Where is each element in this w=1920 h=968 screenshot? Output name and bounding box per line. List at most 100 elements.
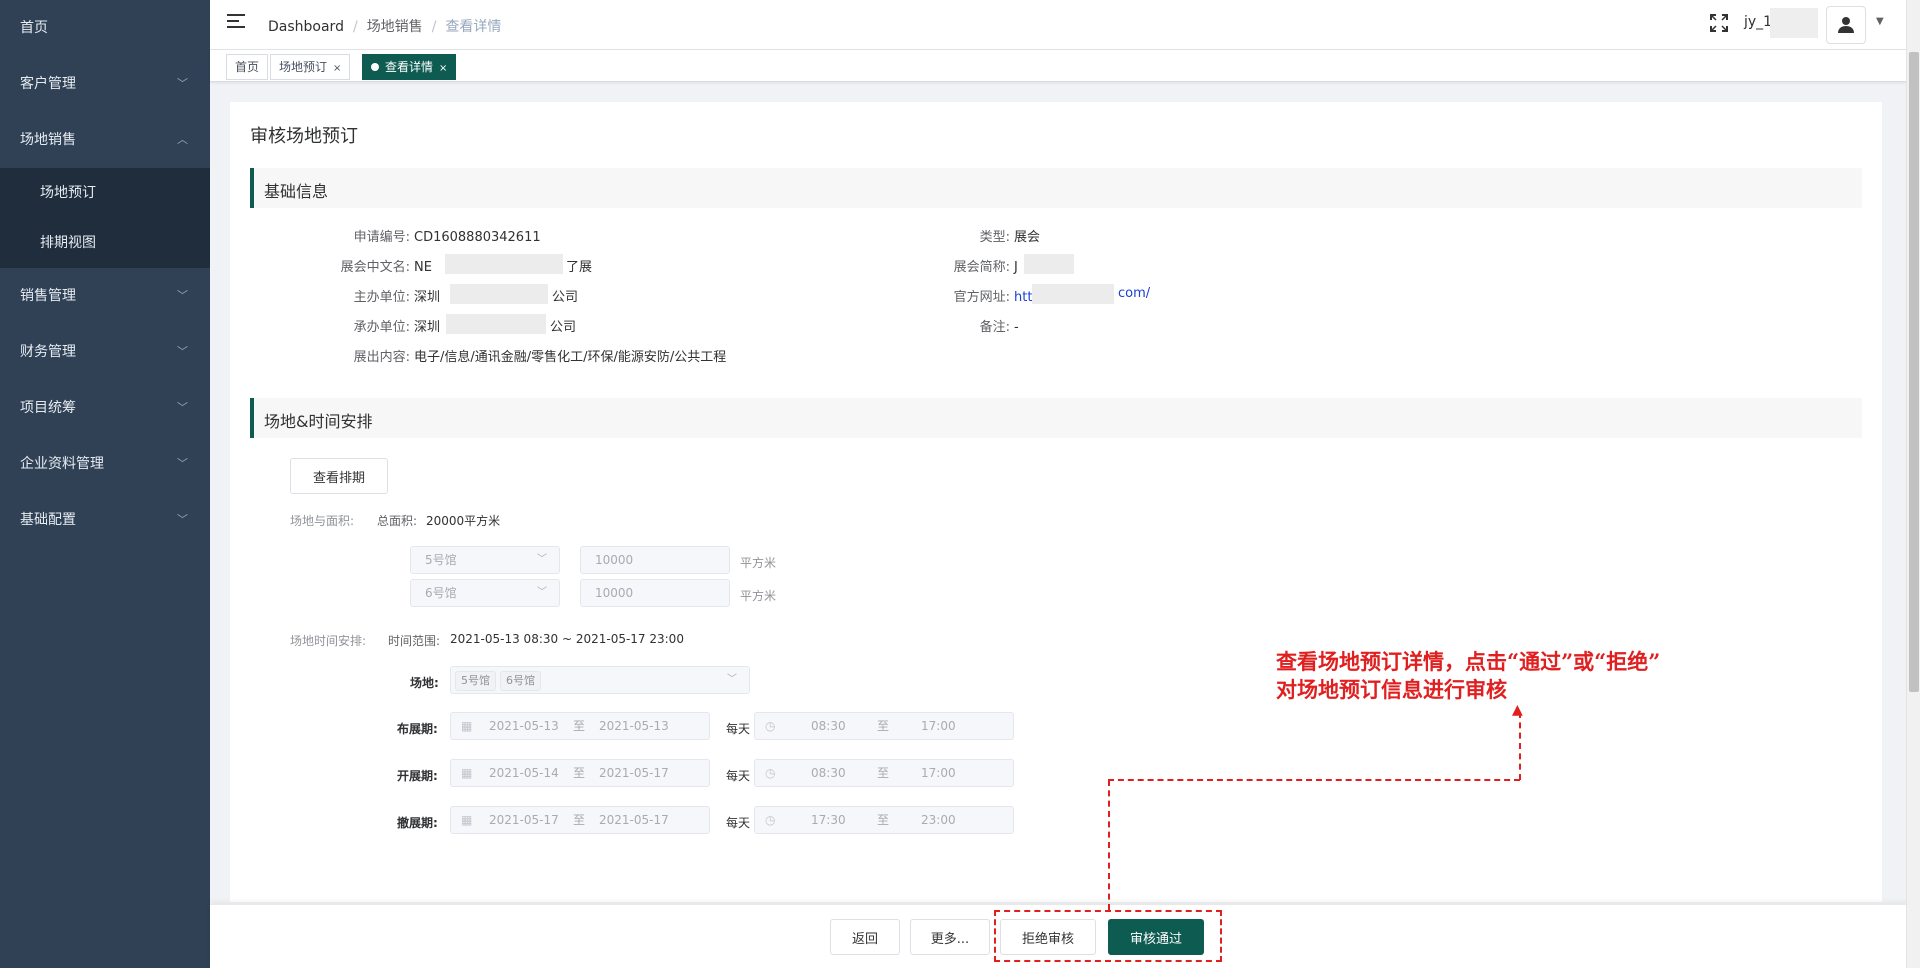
tag-venue-booking[interactable]: 场地预订 × — [270, 54, 351, 80]
clock-icon: ◷ — [765, 766, 776, 780]
date-range-teardown[interactable]: ▦ 2021-05-17 至 2021-05-17 — [450, 806, 710, 834]
sidebar-item-config[interactable]: 基础配置 ﹀ — [0, 492, 210, 548]
scrollbar-thumb[interactable] — [1909, 52, 1919, 692]
field-organizer-suffix: 公司 — [552, 290, 579, 305]
field-contractor-suffix: 公司 — [550, 320, 577, 335]
main-card: 审核场地预订 基础信息 申请编号: CD1608880342611 展会中文名: N… — [230, 102, 1882, 902]
breadcrumb-item-current: 查看详情 — [445, 19, 502, 35]
breadcrumb: Dashboard / 场地销售 / 查看详情 — [268, 19, 502, 35]
sidebar-item-projects[interactable]: 项目统筹 ﹀ — [0, 380, 210, 436]
sidebar-item-schedule-view[interactable]: 排期视图 — [0, 218, 210, 268]
total-area-label: 总面积: — [377, 514, 418, 528]
sidebar-item-home[interactable]: 首页 — [0, 0, 210, 56]
sidebar-item-sales[interactable]: 销售管理 ﹀ — [0, 268, 210, 324]
top-header: Dashboard / 场地销售 / 查看详情 jy_1 ▼ — [210, 0, 1920, 50]
time-range-value: 2021-05-13 08:30 ~ 2021-05-17 23:00 — [450, 632, 684, 646]
sidebar-item-venue-sales[interactable]: 场地销售 ︿ — [0, 112, 210, 168]
chevron-down-icon: ﹀ — [177, 513, 188, 526]
chevron-down-icon: ﹀ — [727, 674, 737, 685]
close-icon[interactable]: × — [333, 63, 341, 74]
view-schedule-button[interactable]: 查看排期 — [290, 458, 388, 494]
annotation-highlight-box — [994, 910, 1222, 962]
back-button[interactable]: 返回 — [830, 919, 900, 955]
time-range-setup[interactable]: ◷ 08:30 至 17:00 — [754, 712, 1014, 740]
breadcrumb-item-dashboard[interactable]: Dashboard — [268, 19, 344, 35]
venue-chip: 5号馆 — [455, 671, 496, 691]
calendar-icon: ▦ — [461, 719, 473, 733]
field-exhibition-name-suffix: 了展 — [566, 260, 593, 275]
caret-down-icon[interactable]: ▼ — [1876, 16, 1884, 27]
field-remark: 备注: - — [979, 320, 1019, 335]
field-organizer: 主办单位: 深圳 — [353, 290, 441, 305]
redacted-username — [1770, 8, 1818, 38]
chevron-down-icon: ﹀ — [177, 77, 188, 90]
annotation-connector — [1108, 780, 1110, 910]
page-title: 审核场地预订 — [250, 126, 358, 147]
sidebar-item-venue-booking[interactable]: 场地预订 — [0, 168, 210, 218]
date-range-setup[interactable]: ▦ 2021-05-13 至 2021-05-13 — [450, 712, 710, 740]
time-range-open[interactable]: ◷ 08:30 至 17:00 — [754, 759, 1014, 787]
redacted-text — [1024, 254, 1074, 274]
sidebar-item-customers[interactable]: 客户管理 ﹀ — [0, 56, 210, 112]
annotation-connector — [1108, 779, 1520, 781]
more-button[interactable]: 更多... — [910, 919, 990, 955]
sidebar: 首页 客户管理 ﹀ 场地销售 ︿ 场地预订 排期视图 销售管理 ﹀ 财务管理 ﹀ 项目统… — [0, 0, 210, 968]
chevron-down-icon: ﹀ — [177, 289, 188, 302]
chevron-down-icon: ﹀ — [177, 457, 188, 470]
annotation-connector — [1519, 712, 1521, 780]
time-range-label: 时间范围: — [388, 634, 441, 648]
chevron-down-icon: ﹀ — [177, 401, 188, 414]
per-day-label: 每天 — [726, 769, 751, 783]
hall-area-input-2[interactable]: 10000 — [580, 579, 730, 607]
close-icon[interactable]: × — [439, 63, 447, 74]
fullscreen-icon[interactable] — [1710, 14, 1730, 34]
chevron-down-icon: ﹀ — [537, 587, 547, 598]
time-range-teardown[interactable]: ◷ 17:30 至 23:00 — [754, 806, 1014, 834]
clock-icon: ◷ — [765, 813, 776, 827]
sidebar-item-enterprise[interactable]: 企业资料管理 ﹀ — [0, 436, 210, 492]
clock-icon: ◷ — [765, 719, 776, 733]
arrow-up-icon: ▲ — [1512, 702, 1523, 718]
redacted-text — [445, 254, 563, 274]
redacted-text — [1032, 284, 1114, 304]
date-range-open[interactable]: ▦ 2021-05-14 至 2021-05-17 — [450, 759, 710, 787]
time-arrangement-label: 场地时间安排: — [290, 634, 367, 648]
phase-label-setup: 布展期: — [397, 722, 438, 736]
per-day-label: 每天 — [726, 816, 751, 830]
hall-area-input-1[interactable]: 10000 — [580, 546, 730, 574]
avatar[interactable] — [1826, 6, 1866, 44]
per-day-label: 每天 — [726, 722, 751, 736]
calendar-icon: ▦ — [461, 813, 473, 827]
username: jy_1 — [1744, 14, 1773, 30]
venue-multiselect[interactable]: 5号馆 6号馆 ﹀ — [450, 666, 750, 694]
chevron-down-icon: ﹀ — [177, 345, 188, 358]
hall-select-2[interactable]: 6号馆 ﹀ — [410, 579, 560, 607]
sidebar-item-finance[interactable]: 财务管理 ﹀ — [0, 324, 210, 380]
calendar-icon: ▦ — [461, 766, 473, 780]
hall-select-1[interactable]: 5号馆 ﹀ — [410, 546, 560, 574]
field-application-no: 申请编号: CD1608880342611 — [353, 230, 541, 245]
area-unit: 平方米 — [740, 589, 777, 603]
phase-label-open: 开展期: — [397, 769, 438, 783]
field-exhibition-name: 展会中文名: NE — [340, 260, 432, 275]
tutorial-annotation: 查看场地预订详情，点击“通过”或“拒绝” 对场地预订信息进行审核 — [1276, 649, 1661, 702]
page-scrollbar[interactable] — [1906, 0, 1920, 968]
total-area-value: 20000平方米 — [426, 514, 501, 528]
tag-home[interactable]: 首页 — [226, 54, 269, 80]
section-venue-schedule: 场地&时间安排 — [250, 398, 1862, 438]
field-contractor: 承办单位: 深圳 — [353, 320, 441, 335]
user-icon — [1838, 17, 1854, 33]
redacted-text — [446, 314, 546, 334]
sidebar-submenu-venue-sales: 场地预订 排期视图 — [0, 168, 210, 268]
venue-chip: 6号馆 — [500, 671, 541, 691]
chevron-up-icon: ︿ — [177, 133, 188, 146]
tag-view-details[interactable]: 查看详情 × — [362, 54, 457, 80]
active-dot-icon — [371, 63, 379, 71]
section-basic-info: 基础信息 — [250, 168, 1862, 208]
menu-toggle-icon[interactable] — [227, 14, 245, 32]
venue-label: 场地: — [410, 676, 439, 690]
area-label: 场地与面积: — [290, 514, 355, 528]
area-unit: 平方米 — [740, 556, 777, 570]
phase-label-teardown: 撤展期: — [397, 816, 438, 830]
field-type: 类型: 展会 — [979, 230, 1041, 245]
